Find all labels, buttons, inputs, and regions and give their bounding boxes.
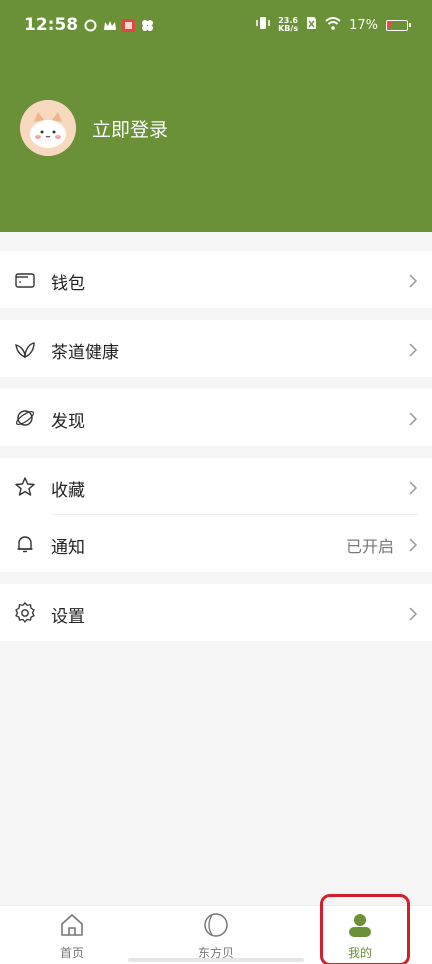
tab-home[interactable]: 首页 <box>0 906 144 964</box>
menu-label-tea-health: 茶道健康 <box>51 343 119 363</box>
shell-icon <box>203 912 229 938</box>
avatar[interactable] <box>20 100 76 156</box>
menu-label-wallet: 钱包 <box>51 274 85 294</box>
highlight-box <box>320 894 410 964</box>
favorites-notifications-card: 收藏 通知 已开启 <box>0 458 432 572</box>
menu-label-settings: 设置 <box>51 607 85 627</box>
sim-icon <box>306 16 317 34</box>
chevron-right-icon <box>408 342 418 357</box>
menu-item-tea-health[interactable]: 茶道健康 <box>0 320 432 377</box>
chevron-right-icon <box>408 273 418 288</box>
login-link[interactable]: 立即登录 <box>92 115 168 142</box>
menu-label-notifications: 通知 <box>51 538 85 558</box>
battery-icon <box>386 19 411 31</box>
fan-icon <box>141 17 154 31</box>
notifications-status: 已开启 <box>345 537 394 556</box>
battery-percent: 17% <box>349 17 378 33</box>
tab-dongfangbei[interactable]: 东方贝 <box>144 906 288 964</box>
menu-label-favorites: 收藏 <box>51 481 85 501</box>
network-speed: 23.6 KB/s <box>278 17 298 33</box>
wallet-icon <box>14 269 36 291</box>
menu-item-wallet[interactable]: 钱包 <box>0 251 432 308</box>
gear-icon <box>14 601 36 624</box>
bell-icon <box>14 533 36 555</box>
status-bar: 12:58 23.6 KB/s 17% <box>0 0 432 52</box>
status-right: 23.6 KB/s 17% <box>256 16 411 34</box>
home-icon <box>59 912 85 938</box>
status-time: 12:58 <box>24 15 79 35</box>
menu-item-discover[interactable]: 发现 <box>0 389 432 446</box>
chevron-right-icon <box>408 606 418 621</box>
planet-icon <box>14 407 36 429</box>
chevron-right-icon <box>408 480 418 495</box>
app-notification-icon <box>84 17 97 32</box>
star-icon <box>14 476 36 498</box>
notification-icons <box>84 17 154 32</box>
tea-health-card: 茶道健康 <box>0 320 432 377</box>
menu-item-notifications[interactable]: 通知 已开启 <box>0 515 432 572</box>
red-app-icon <box>122 17 135 32</box>
discover-card: 发现 <box>0 389 432 446</box>
menu-item-favorites[interactable]: 收藏 <box>0 458 432 515</box>
tab-label-home: 首页 <box>59 946 84 960</box>
net-speed-unit: KB/s <box>278 24 299 33</box>
settings-card: 设置 <box>0 584 432 641</box>
chevron-right-icon <box>408 537 418 552</box>
vibrate-icon <box>256 16 270 34</box>
leaf-icon <box>14 338 36 360</box>
wallet-card: 钱包 <box>0 251 432 308</box>
home-indicator <box>128 958 304 962</box>
crown-icon <box>103 17 116 30</box>
menu-item-settings[interactable]: 设置 <box>0 584 432 641</box>
profile-header: 12:58 23.6 KB/s 17% 立即登录 <box>0 0 432 232</box>
chevron-right-icon <box>408 411 418 426</box>
menu-label-discover: 发现 <box>51 412 85 432</box>
wifi-icon <box>325 16 341 34</box>
